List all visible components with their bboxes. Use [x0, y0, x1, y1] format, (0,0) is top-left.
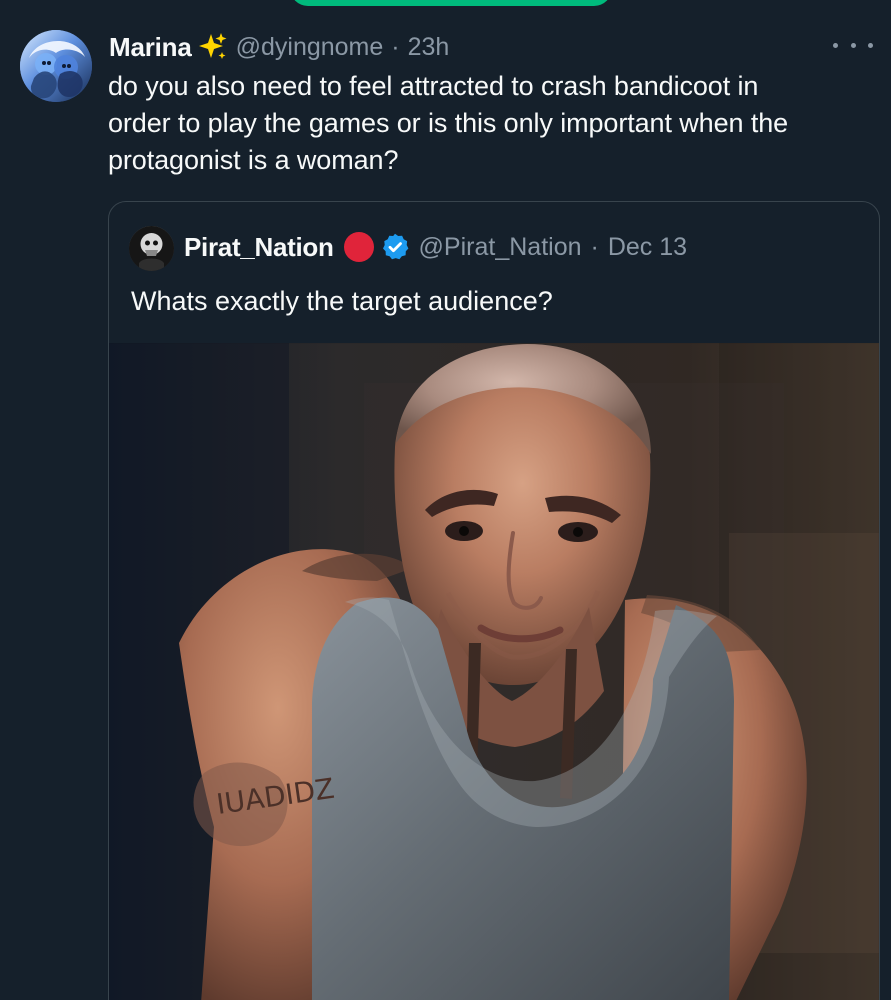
tweet-time[interactable]: 23h	[408, 34, 450, 60]
game-character-image: IUADIDZ	[109, 343, 879, 1000]
quoted-avatar-art	[129, 226, 174, 271]
more-dot	[833, 42, 838, 48]
post-view: Marina @dyingnome · 23h do you also need…	[0, 0, 891, 1000]
tweet-header: Marina @dyingnome · 23h	[109, 30, 449, 64]
quoted-separator: ·	[590, 232, 599, 261]
tweet-handle[interactable]: @dyingnome	[236, 34, 384, 60]
quoted-author-handle[interactable]: @Pirat_Nation	[419, 234, 582, 260]
tweet-text: do you also need to feel attracted to cr…	[108, 71, 789, 175]
quoted-date[interactable]: Dec 13	[608, 234, 687, 260]
quoted-tweet-text: Whats exactly the target audience?	[131, 286, 553, 316]
tweet-separator: ·	[391, 32, 400, 61]
verified-icon	[380, 232, 410, 262]
quoted-tweet-card[interactable]: Pirat_Nation @Pirat_Nation · Dec 13 What…	[108, 201, 880, 1000]
sparkle-icon	[198, 32, 228, 62]
more-dot	[868, 42, 873, 48]
more-options-icon[interactable]	[833, 34, 873, 56]
tweet-card: Marina @dyingnome · 23h do you also need…	[0, 0, 891, 1000]
tweet-avatar-art	[20, 30, 92, 102]
red-circle-icon	[343, 232, 374, 262]
tweet-author-avatar[interactable]	[20, 30, 92, 102]
quoted-author-name[interactable]: Pirat_Nation	[184, 234, 334, 260]
quoted-author-avatar[interactable]	[129, 226, 174, 271]
quoted-tweet-header: Pirat_Nation @Pirat_Nation · Dec 13	[184, 227, 687, 267]
quoted-media-image[interactable]: IUADIDZ	[109, 343, 879, 1000]
tweet-author-name[interactable]: Marina	[109, 34, 192, 60]
more-dot	[850, 42, 856, 48]
